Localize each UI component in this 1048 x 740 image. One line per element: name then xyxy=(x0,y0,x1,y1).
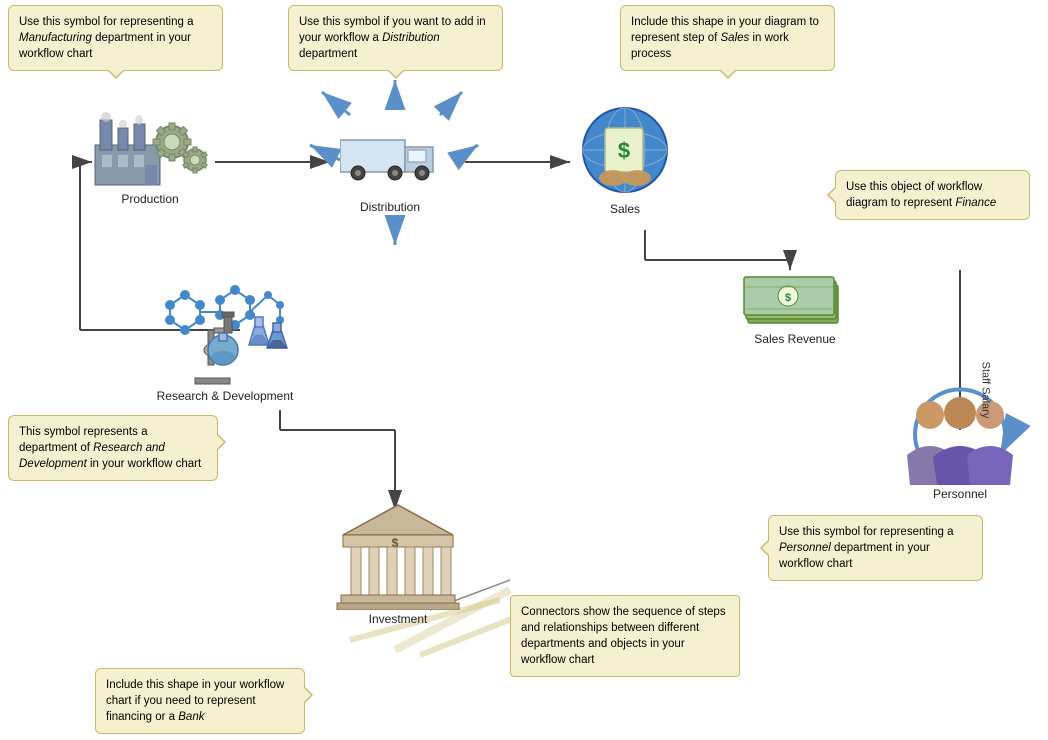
callout-research-text: This symbol represents a department of R… xyxy=(19,426,201,470)
investment-node: $ Investment xyxy=(338,500,458,624)
callout-personnel-text: Use this symbol for representing a Perso… xyxy=(779,526,954,570)
distribution-label: Distribution xyxy=(360,200,420,214)
callout-connectors: Connectors show the sequence of steps an… xyxy=(510,595,740,677)
callout-bank: Include this shape in your workflow char… xyxy=(95,668,305,734)
globe-icon: $ xyxy=(575,100,675,200)
truck-icon xyxy=(340,125,440,185)
research-label: Research & Development xyxy=(157,389,294,403)
callout-distribution-text: Use this symbol if you want to add in yo… xyxy=(299,16,486,60)
sales-revenue-label: Sales Revenue xyxy=(754,332,835,346)
callout-manufacturing: Use this symbol for representing a Manuf… xyxy=(8,5,223,71)
factory-icon xyxy=(90,100,210,190)
svg-text:$: $ xyxy=(785,292,791,304)
distribution-node: Distribution xyxy=(340,125,440,199)
callout-personnel: Use this symbol for representing a Perso… xyxy=(768,515,983,581)
diagram-container: Use this symbol for representing a Manuf… xyxy=(0,0,1048,740)
sales-revenue-node: $ Sales Revenue xyxy=(740,265,850,344)
research-icon xyxy=(150,275,300,385)
sales-label: Sales xyxy=(610,202,640,216)
investment-label: Investment xyxy=(369,612,428,626)
callout-manufacturing-text: Use this symbol for representing a Manuf… xyxy=(19,16,194,60)
callout-connectors-text: Connectors show the sequence of steps an… xyxy=(521,606,726,666)
personnel-icon xyxy=(895,395,1025,485)
personnel-label: Personnel xyxy=(933,487,987,501)
callout-bank-text: Include this shape in your workflow char… xyxy=(106,679,284,723)
personnel-node: Personnel xyxy=(895,395,1025,499)
production-node: Production xyxy=(90,100,210,204)
callout-sales: Include this shape in your diagram to re… xyxy=(620,5,835,71)
callout-finance-text: Use this object of workflow diagram to r… xyxy=(846,181,996,209)
callout-finance: Use this object of workflow diagram to r… xyxy=(835,170,1030,220)
svg-text:$: $ xyxy=(618,138,630,163)
money-icon: $ xyxy=(740,265,850,330)
callout-sales-text: Include this shape in your diagram to re… xyxy=(631,16,819,60)
production-label: Production xyxy=(121,192,178,206)
staff-salary-label: Staff Salary xyxy=(979,362,991,419)
callout-research: This symbol represents a department of R… xyxy=(8,415,218,481)
research-node: Research & Development xyxy=(155,275,295,399)
bank-icon: $ xyxy=(333,500,463,610)
sales-node: $ Sales xyxy=(575,100,675,214)
callout-distribution: Use this symbol if you want to add in yo… xyxy=(288,5,503,71)
